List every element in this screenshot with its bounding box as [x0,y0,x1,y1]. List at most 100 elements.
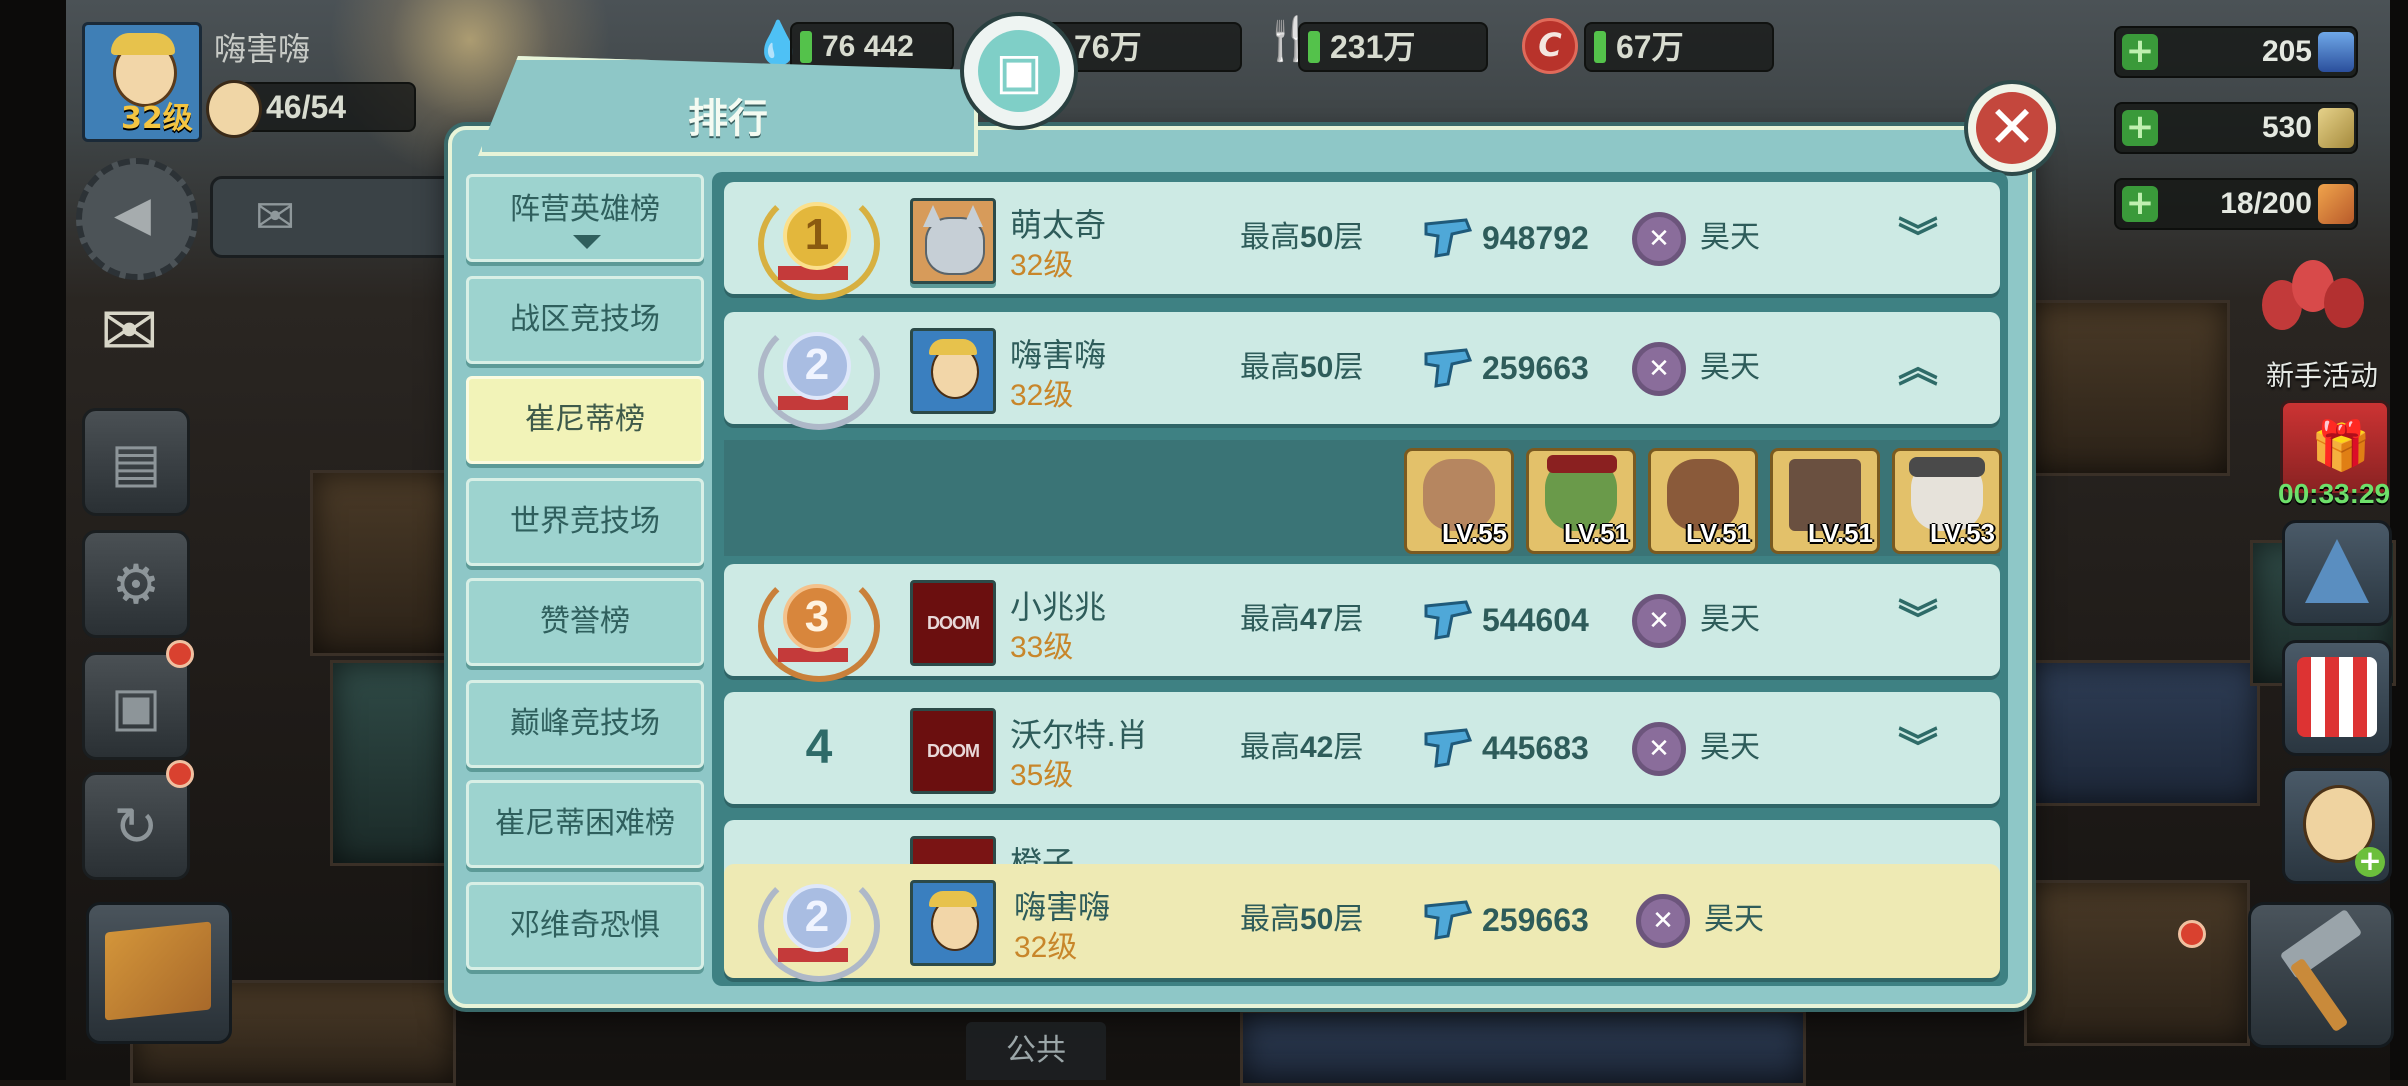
doom-avatar: DOOM [910,580,996,666]
mail-bar[interactable]: ✉ [210,176,466,258]
food-fill [1308,31,1320,63]
avatar [910,880,996,966]
floor-suffix: 层 [1333,902,1364,937]
tab-peak-arena[interactable]: 巅峰竞技场 [466,680,704,768]
player-level: 32级 [1010,379,1074,412]
ranking-row[interactable]: 4 DOOM 沃尔特.肖 35级 最高42层 445683 ✕ 昊天 ︾ [724,692,2000,804]
add-nuka-quantum-button[interactable]: + [2122,34,2158,70]
ranking-row[interactable]: 3 DOOM 小兆兆 33级 最高47层 544604 ✕ 昊天 ︾ [724,564,2000,682]
player-level: 33级 [1010,631,1074,664]
power-score: 259663 [1482,350,1589,386]
add-radaway-button[interactable]: + [2122,186,2158,222]
guild-emblem-icon: ✕ [1632,594,1686,648]
expand-chevron-down-icon[interactable]: ︾ [1896,218,1940,258]
caps-value: 67万 [1616,29,1684,65]
food-bar[interactable]: 231万 [1298,22,1488,72]
expand-chevron-down-icon[interactable]: ︾ [1896,728,1940,768]
highest-floor: 最高50层 [1240,864,1363,976]
circus-tent-button[interactable] [2282,520,2392,626]
floor-prefix: 最高 [1240,730,1300,765]
blaster-icon [1424,600,1473,640]
avatar [910,198,996,284]
close-button[interactable]: ✕ [1964,80,2060,176]
my-ranking-row[interactable]: 2 嗨害嗨 32级 最高50层 259663 ✕ 昊天 [724,864,2000,982]
balloons-icon [2262,260,2372,350]
vault-room-icon: ▣ [960,12,1078,130]
refresh-button[interactable]: ↻ [82,772,190,880]
player-level: 32级 [1010,249,1074,282]
hero-level: LV.55 [1441,518,1507,548]
hero-card[interactable]: LV.55 [1404,448,1514,554]
nuka-quantum-counter[interactable]: + 205 [2114,26,2358,78]
vault-room [310,470,456,656]
tent-icon [2305,539,2369,603]
vault-room [2024,880,2250,1046]
mail-icon: ✉ [255,189,296,245]
tab-dunwich-fear[interactable]: 邓维奇恐惧 [466,882,704,970]
ranking-row[interactable]: 1 萌太奇 32级 最高50层 948792 ✕ 昊天 ︾ [724,182,2000,300]
ranking-row[interactable]: 2 嗨害嗨 32级 最高50层 259663 ✕ 昊天 ︽ [724,312,2000,430]
rank-number: 1 [783,202,851,270]
vault-room [2024,300,2230,476]
hero-level: LV.53 [1929,518,1995,548]
tab-world-arena[interactable]: 世界竞技场 [466,478,704,566]
floor-prefix: 最高 [1240,602,1300,637]
tab-faction-heroes[interactable]: 阵营英雄榜 [466,174,704,262]
id-card-icon: ▤ [110,430,162,494]
hero-level: LV.51 [1685,518,1751,548]
guild-name: 昊天 [1704,902,1764,937]
hero-level: LV.51 [1807,518,1873,548]
refresh-icon: ↻ [113,794,159,858]
wasteland-map-button[interactable] [86,902,232,1044]
expand-chevron-down-icon[interactable]: ︾ [1896,600,1940,640]
hero-card[interactable]: LV.53 [1892,448,2002,554]
blaster-icon [1424,348,1473,388]
hero-card[interactable]: LV.51 [1526,448,1636,554]
caps-fill [1594,31,1606,63]
tab-trinity[interactable]: 崔尼蒂榜 [466,376,704,464]
player-name: 嗨害嗨 [214,30,311,68]
tab-trinity-hard[interactable]: 崔尼蒂困难榜 [466,780,704,868]
envelope-icon: ✉ [100,290,159,372]
chevron-down-icon [573,235,601,249]
inbox-icon[interactable]: ✉ [100,290,190,372]
build-button[interactable] [2248,902,2394,1048]
vault-room [2024,660,2260,806]
blaster-icon [1424,728,1473,768]
tab-label: 阵营英雄榜 [510,192,660,227]
highest-floor: 最高47层 [1240,564,1363,676]
caps-bar[interactable]: 67万 [1584,22,1774,72]
player-avatar[interactable]: 32级 [82,22,202,142]
vault-room [330,660,456,866]
tab-acclaim[interactable]: 赞誉榜 [466,578,704,666]
player-level: 32级 [1014,931,1078,964]
power-score: 948792 [1482,220,1589,256]
dweller-count: 46/54 [266,89,347,125]
highest-floor: 最高50层 [1240,182,1363,294]
highest-floor: 最高42层 [1240,692,1363,804]
collapse-chevron-up-icon[interactable]: ︽ [1896,348,1940,388]
map-icon [105,921,211,1021]
tab-warzone-arena[interactable]: 战区竞技场 [466,276,704,364]
shop-button[interactable] [2282,640,2392,756]
vault-boy-add-button[interactable]: + [2282,768,2392,884]
profile-card-button[interactable]: ▤ [82,408,190,516]
dweller-face-icon [206,80,262,138]
floor-number: 50 [1300,221,1334,254]
radaway-counter[interactable]: + 18/200 [2114,178,2358,230]
back-gear-button[interactable]: ◀ [76,158,198,280]
public-chat-tab[interactable]: 公共 [966,1022,1106,1080]
storage-box-button[interactable]: ▣ [82,652,190,760]
ranking-list[interactable]: 1 萌太奇 32级 最高50层 948792 ✕ 昊天 ︾ 2 嗨害嗨 32级 … [712,172,2008,986]
stimpak-value: 530 [2261,111,2312,144]
silver-medal-icon: 2 [758,318,880,430]
stimpak-counter[interactable]: + 530 [2114,102,2358,154]
hero-card[interactable]: LV.51 [1770,448,1880,554]
avatar [910,328,996,414]
dweller-settings-button[interactable]: ⚙ [82,530,190,638]
event-label[interactable]: 新手活动 [2266,354,2378,394]
add-stimpak-button[interactable]: + [2122,110,2158,146]
hero-card[interactable]: LV.51 [1648,448,1758,554]
highest-floor: 最高50层 [1240,312,1363,424]
player-level: 35级 [1010,759,1074,792]
